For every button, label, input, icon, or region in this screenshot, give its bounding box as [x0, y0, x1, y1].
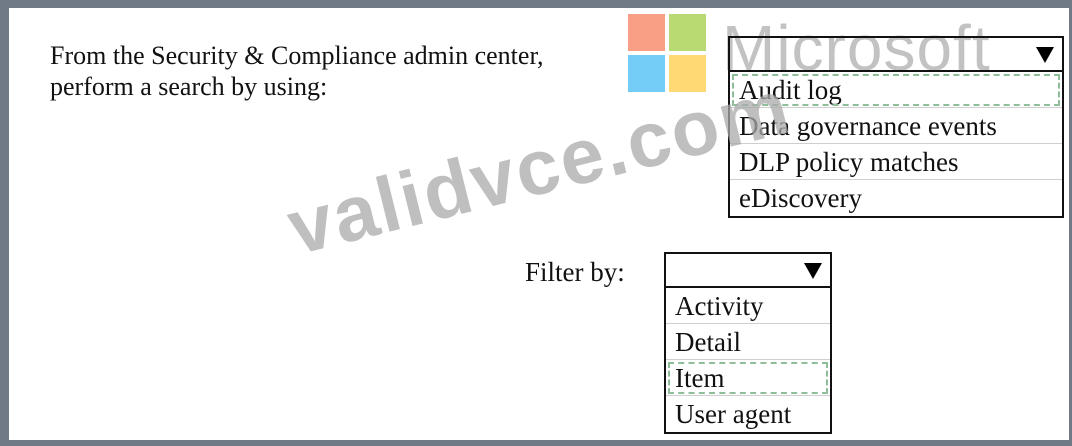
option-activity[interactable]: Activity — [666, 288, 830, 324]
instruction-line-2: perform a search by using: — [50, 72, 328, 101]
logo-square-blue — [628, 55, 665, 92]
question-instruction: From the Security & Compliance admin cen… — [50, 40, 544, 102]
option-detail[interactable]: Detail — [666, 324, 830, 360]
filter-select[interactable] — [664, 252, 832, 286]
dropdown-arrow-icon[interactable] — [1036, 47, 1054, 63]
logo-square-red — [628, 14, 665, 51]
option-user-agent[interactable]: User agent — [666, 396, 830, 432]
instruction-line-1: From the Security & Compliance admin cen… — [50, 41, 544, 70]
option-ediscovery[interactable]: eDiscovery — [730, 180, 1062, 216]
filter-dropdown[interactable]: Activity Detail Item User agent — [664, 252, 832, 434]
logo-square-green — [669, 14, 706, 51]
filter-by-label: Filter by: — [525, 257, 625, 287]
microsoft-logo-watermark — [628, 14, 706, 92]
dropdown-arrow-icon[interactable] — [804, 263, 822, 279]
option-item[interactable]: Item — [666, 360, 830, 396]
filter-options: Activity Detail Item User agent — [664, 286, 832, 434]
